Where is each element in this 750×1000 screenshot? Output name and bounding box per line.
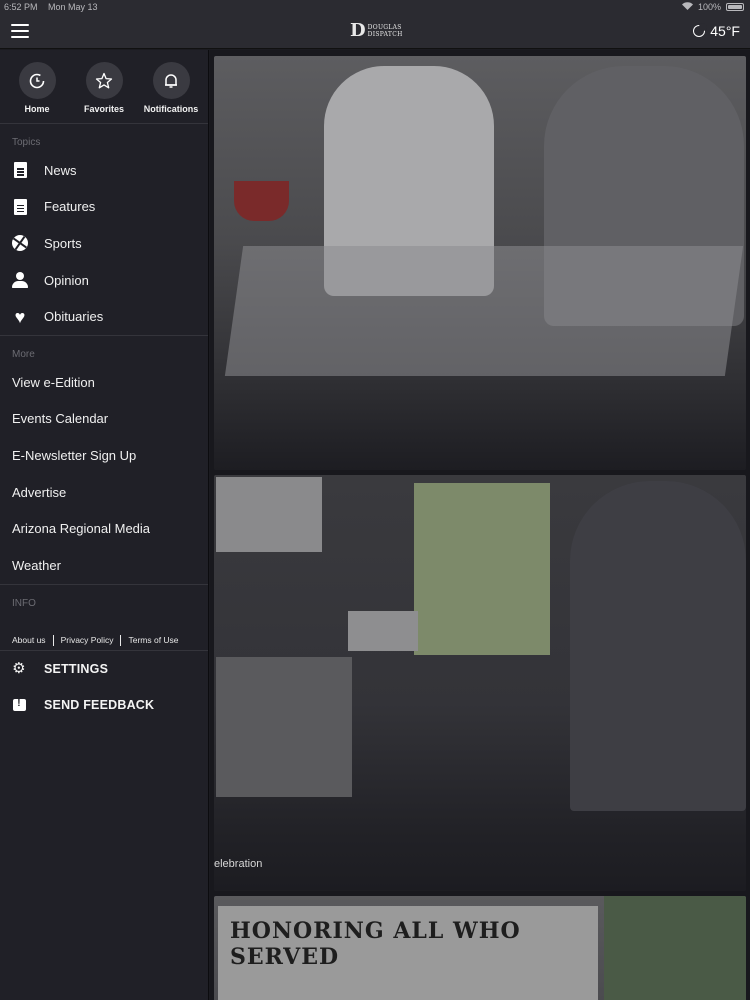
photo-banner: HONORING ALL WHO SERVED <box>218 906 598 1000</box>
quick-link-label: Favorites <box>83 104 125 114</box>
sidebar-item-weather[interactable]: Weather <box>0 547 208 584</box>
terms-of-use-link[interactable]: Terms of Use <box>128 635 178 645</box>
sidebar-item-label: Opinion <box>44 272 89 288</box>
basketball-icon <box>12 235 28 252</box>
sidebar-item-arizona-regional-media[interactable]: Arizona Regional Media <box>0 510 208 547</box>
quick-link-label: Home <box>24 104 50 114</box>
photo-drawing-poster <box>414 483 550 655</box>
settings-button[interactable]: ⚙ SETTINGS <box>0 651 208 688</box>
sidebar-item-news[interactable]: News <box>0 152 208 189</box>
sidebar-item-label: Sports <box>44 235 82 251</box>
heart-icon: ♥ <box>14 306 26 327</box>
logo-line-1: DOUGLAS <box>367 24 402 31</box>
photo-tree <box>604 896 746 1000</box>
sidebar-item-label: News <box>44 162 77 178</box>
document-icon <box>13 198 27 215</box>
home-refresh-icon <box>18 62 56 99</box>
status-time: 6:52 PM <box>4 2 38 12</box>
sidebar-item-sports[interactable]: Sports <box>0 225 208 262</box>
feedback-icon <box>12 698 26 712</box>
sidebar-item-label: Obituaries <box>44 309 104 325</box>
photo-red-bowl <box>234 181 289 221</box>
sidebar-item-label: Features <box>44 199 96 215</box>
person-icon <box>12 272 28 289</box>
battery-icon <box>726 3 744 11</box>
article-card-photo-3[interactable]: HONORING ALL WHO SERVED <box>214 896 746 1000</box>
photo-caption: elebration <box>214 858 263 870</box>
settings-label: SETTINGS <box>44 661 109 676</box>
status-right: 100% <box>681 2 744 12</box>
link-separator <box>52 634 54 646</box>
moon-icon <box>693 23 708 37</box>
weather-widget[interactable]: 45°F <box>693 23 740 39</box>
article-card-photo-2[interactable]: elebration <box>214 475 746 891</box>
article-feed: elebration HONORING ALL WHO SERVED <box>210 50 750 1000</box>
wifi-icon <box>681 2 693 12</box>
photo-table <box>224 246 744 376</box>
gear-icon: ⚙ <box>12 660 26 678</box>
sidebar-item-opinion[interactable]: Opinion <box>0 262 208 299</box>
sidebar-item-e-edition[interactable]: View e-Edition <box>0 364 208 401</box>
top-bar: D DOUGLAS DISPATCH 45°F <box>0 14 750 49</box>
banner-text: HONORING ALL WHO SERVED <box>230 918 521 970</box>
quick-links: Home Favorites Notifications <box>0 50 208 124</box>
photo-sketch <box>216 657 352 797</box>
article-card-photo-1[interactable] <box>214 56 746 470</box>
document-icon <box>13 162 27 179</box>
quick-link-notifications[interactable]: Notifications <box>138 62 204 123</box>
more-heading: More <box>12 348 35 360</box>
about-us-link[interactable]: About us <box>12 635 46 645</box>
info-links: About us Privacy Policy Terms of Use <box>0 613 208 650</box>
sidebar-menu: Home Favorites Notifications Topics News… <box>0 50 209 1000</box>
logo-mark: D <box>350 20 366 41</box>
logo-line-2: DISPATCH <box>367 31 403 38</box>
sidebar-item-features[interactable]: Features <box>0 189 208 226</box>
sidebar-item-newsletter-signup[interactable]: E-Newsletter Sign Up <box>0 437 208 474</box>
quick-link-favorites[interactable]: Favorites <box>71 62 137 123</box>
photo-flyer <box>216 477 322 552</box>
photo-person <box>570 481 746 811</box>
star-icon <box>85 62 123 99</box>
temperature: 45°F <box>710 23 740 39</box>
send-feedback-button[interactable]: SEND FEEDBACK <box>0 687 208 724</box>
sidebar-item-advertise[interactable]: Advertise <box>0 474 208 511</box>
link-separator <box>120 634 122 646</box>
info-heading: INFO <box>12 597 36 609</box>
menu-icon[interactable] <box>11 24 29 38</box>
sidebar-item-events-calendar[interactable]: Events Calendar <box>0 401 208 438</box>
quick-link-home[interactable]: Home <box>4 62 70 123</box>
photo-note <box>348 611 418 651</box>
battery-percent: 100% <box>697 2 721 12</box>
app-logo[interactable]: D DOUGLAS DISPATCH <box>350 22 403 40</box>
status-bar: 6:52 PM Mon May 13 100% <box>0 0 750 14</box>
send-feedback-label: SEND FEEDBACK <box>44 698 155 713</box>
topics-heading: Topics <box>12 137 41 148</box>
privacy-policy-link[interactable]: Privacy Policy <box>61 635 114 645</box>
quick-link-label: Notifications <box>143 104 199 114</box>
status-date: Mon May 13 <box>48 2 98 12</box>
sidebar-item-obituaries[interactable]: ♥ Obituaries <box>0 298 208 335</box>
bell-icon <box>152 62 190 99</box>
